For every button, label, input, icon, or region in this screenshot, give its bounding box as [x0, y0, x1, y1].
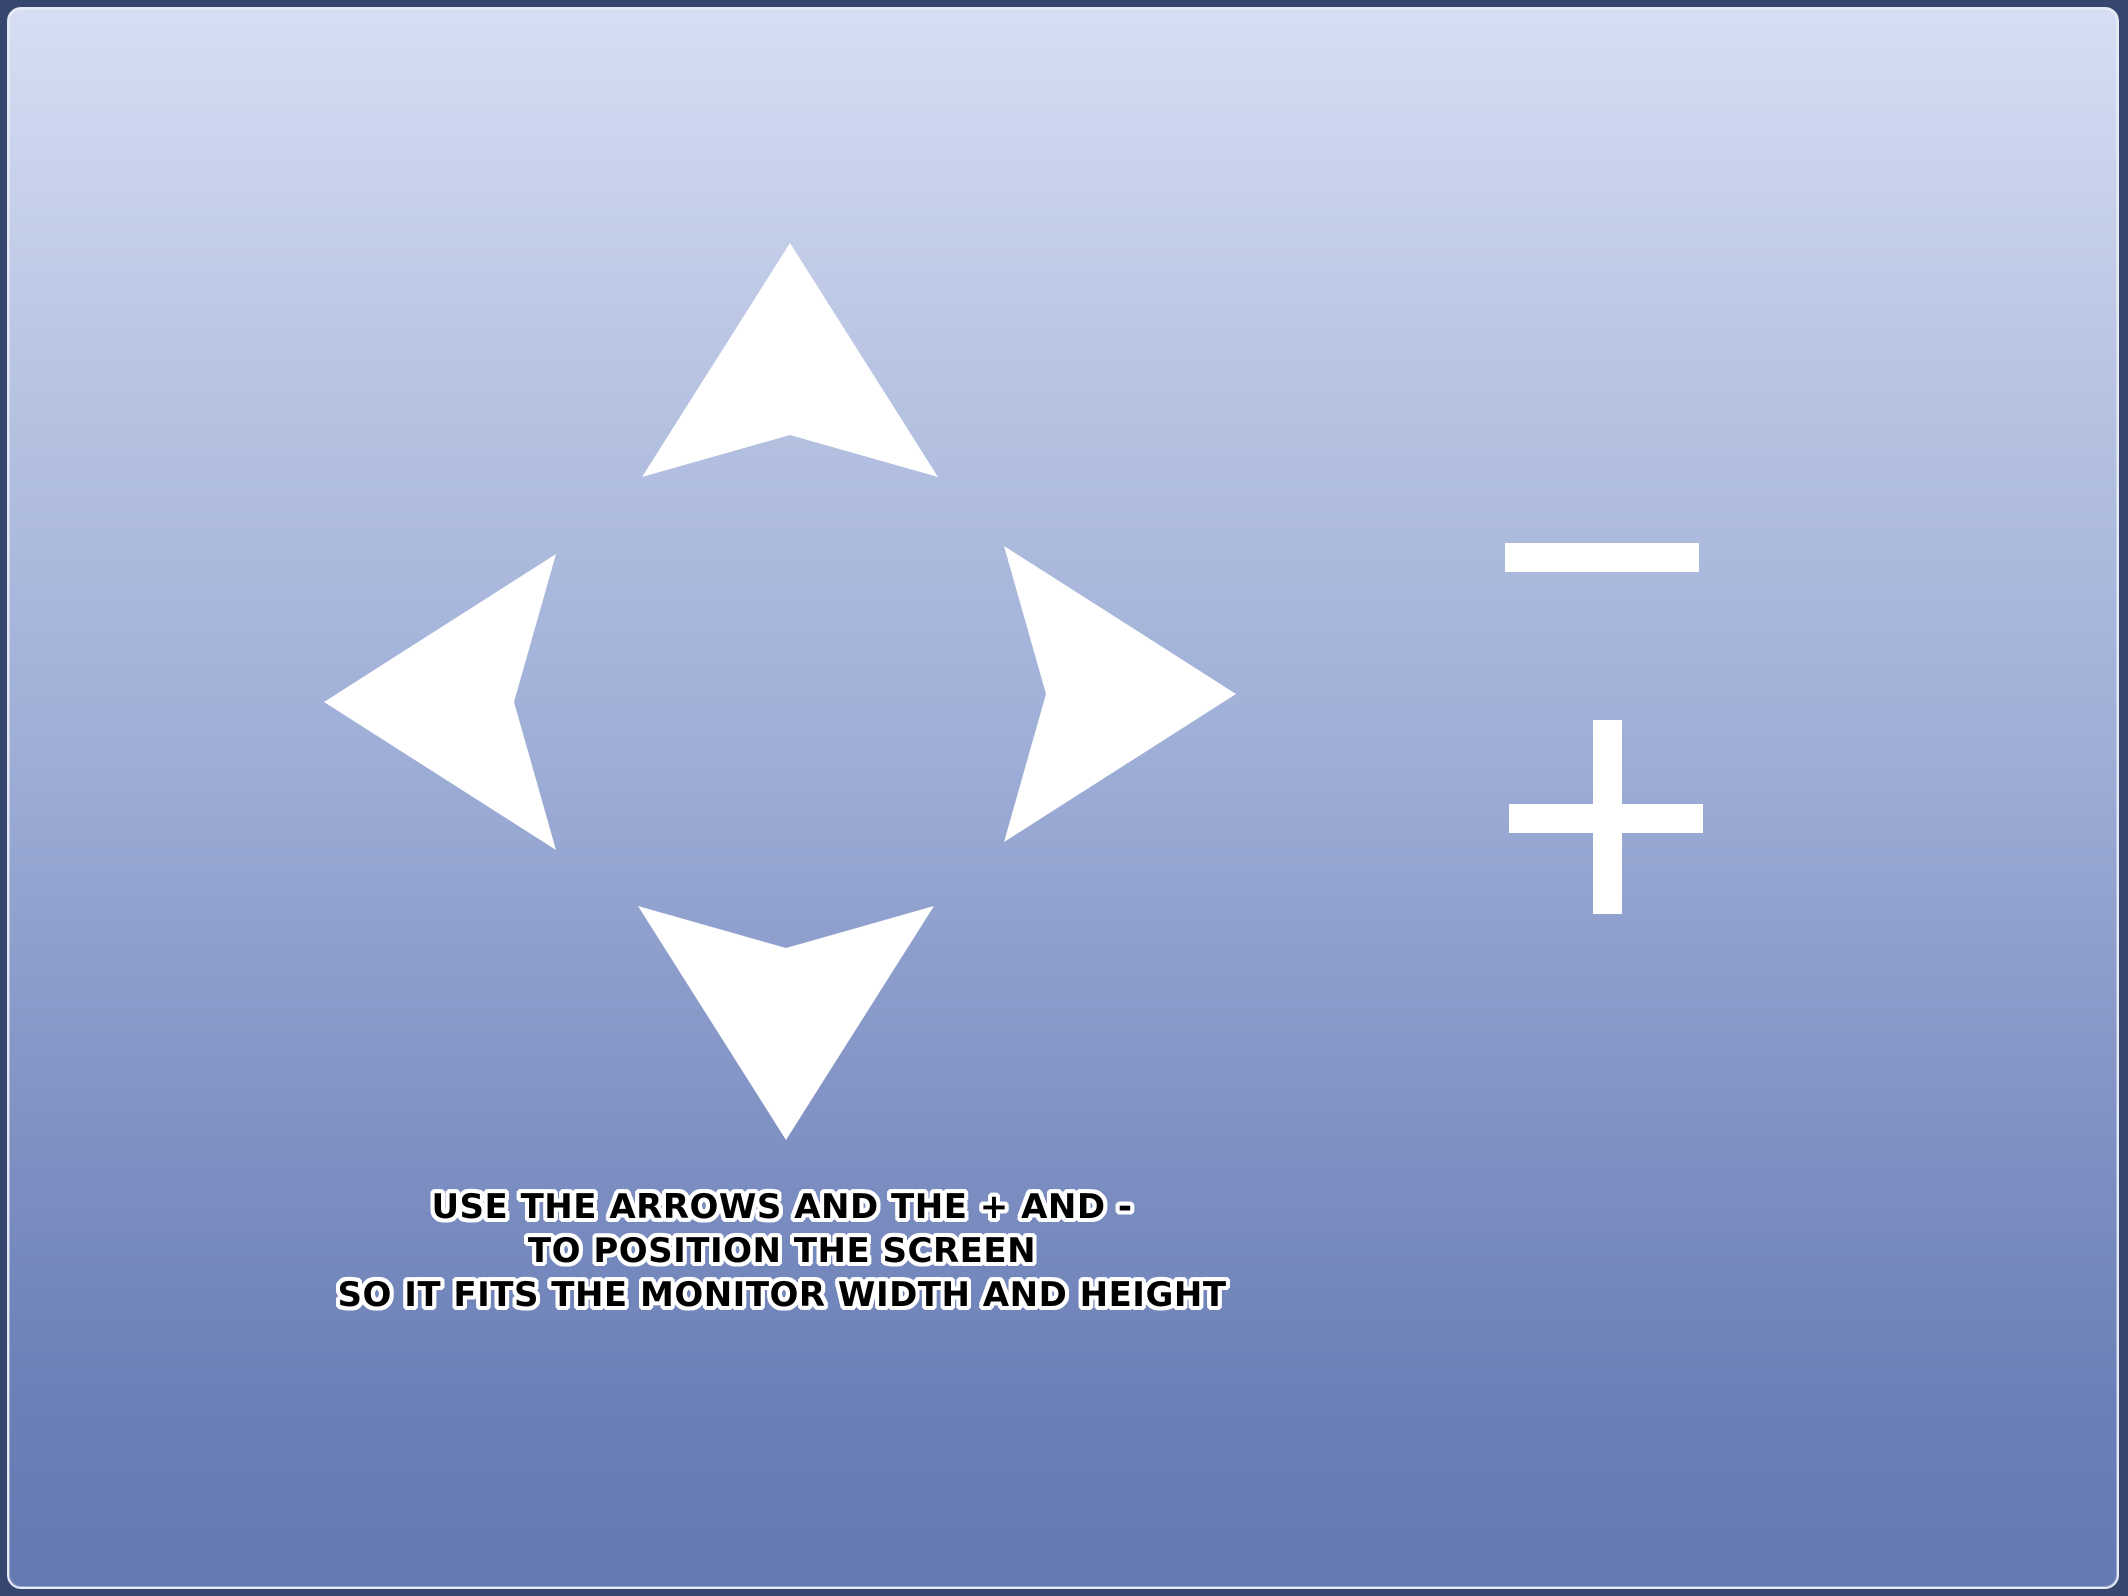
monitor-frame: USE THE ARROWS AND THE + AND - TO POSITI… [0, 0, 2128, 1596]
move-right-button[interactable] [1000, 546, 1236, 842]
instructions-text: USE THE ARROWS AND THE + AND - TO POSITI… [269, 1185, 1295, 1317]
enlarge-button[interactable] [1509, 720, 1707, 918]
instructions-line-2: TO POSITION THE SCREEN [527, 1231, 1037, 1271]
plus-icon [1509, 720, 1703, 914]
down-arrow-icon [638, 906, 934, 1140]
shrink-button[interactable] [1505, 541, 1705, 575]
move-up-button[interactable] [642, 243, 938, 481]
left-arrow-icon [324, 554, 556, 850]
move-down-button[interactable] [638, 902, 934, 1140]
right-arrow-icon [1004, 546, 1236, 842]
instructions-line-1: USE THE ARROWS AND THE + AND - [431, 1187, 1133, 1227]
up-arrow-icon [642, 243, 938, 477]
minus-icon [1505, 543, 1699, 572]
move-left-button[interactable] [324, 554, 560, 850]
calibration-screen: USE THE ARROWS AND THE + AND - TO POSITI… [7, 7, 2119, 1589]
instructions-line-3: SO IT FITS THE MONITOR WIDTH AND HEIGHT [337, 1275, 1227, 1315]
